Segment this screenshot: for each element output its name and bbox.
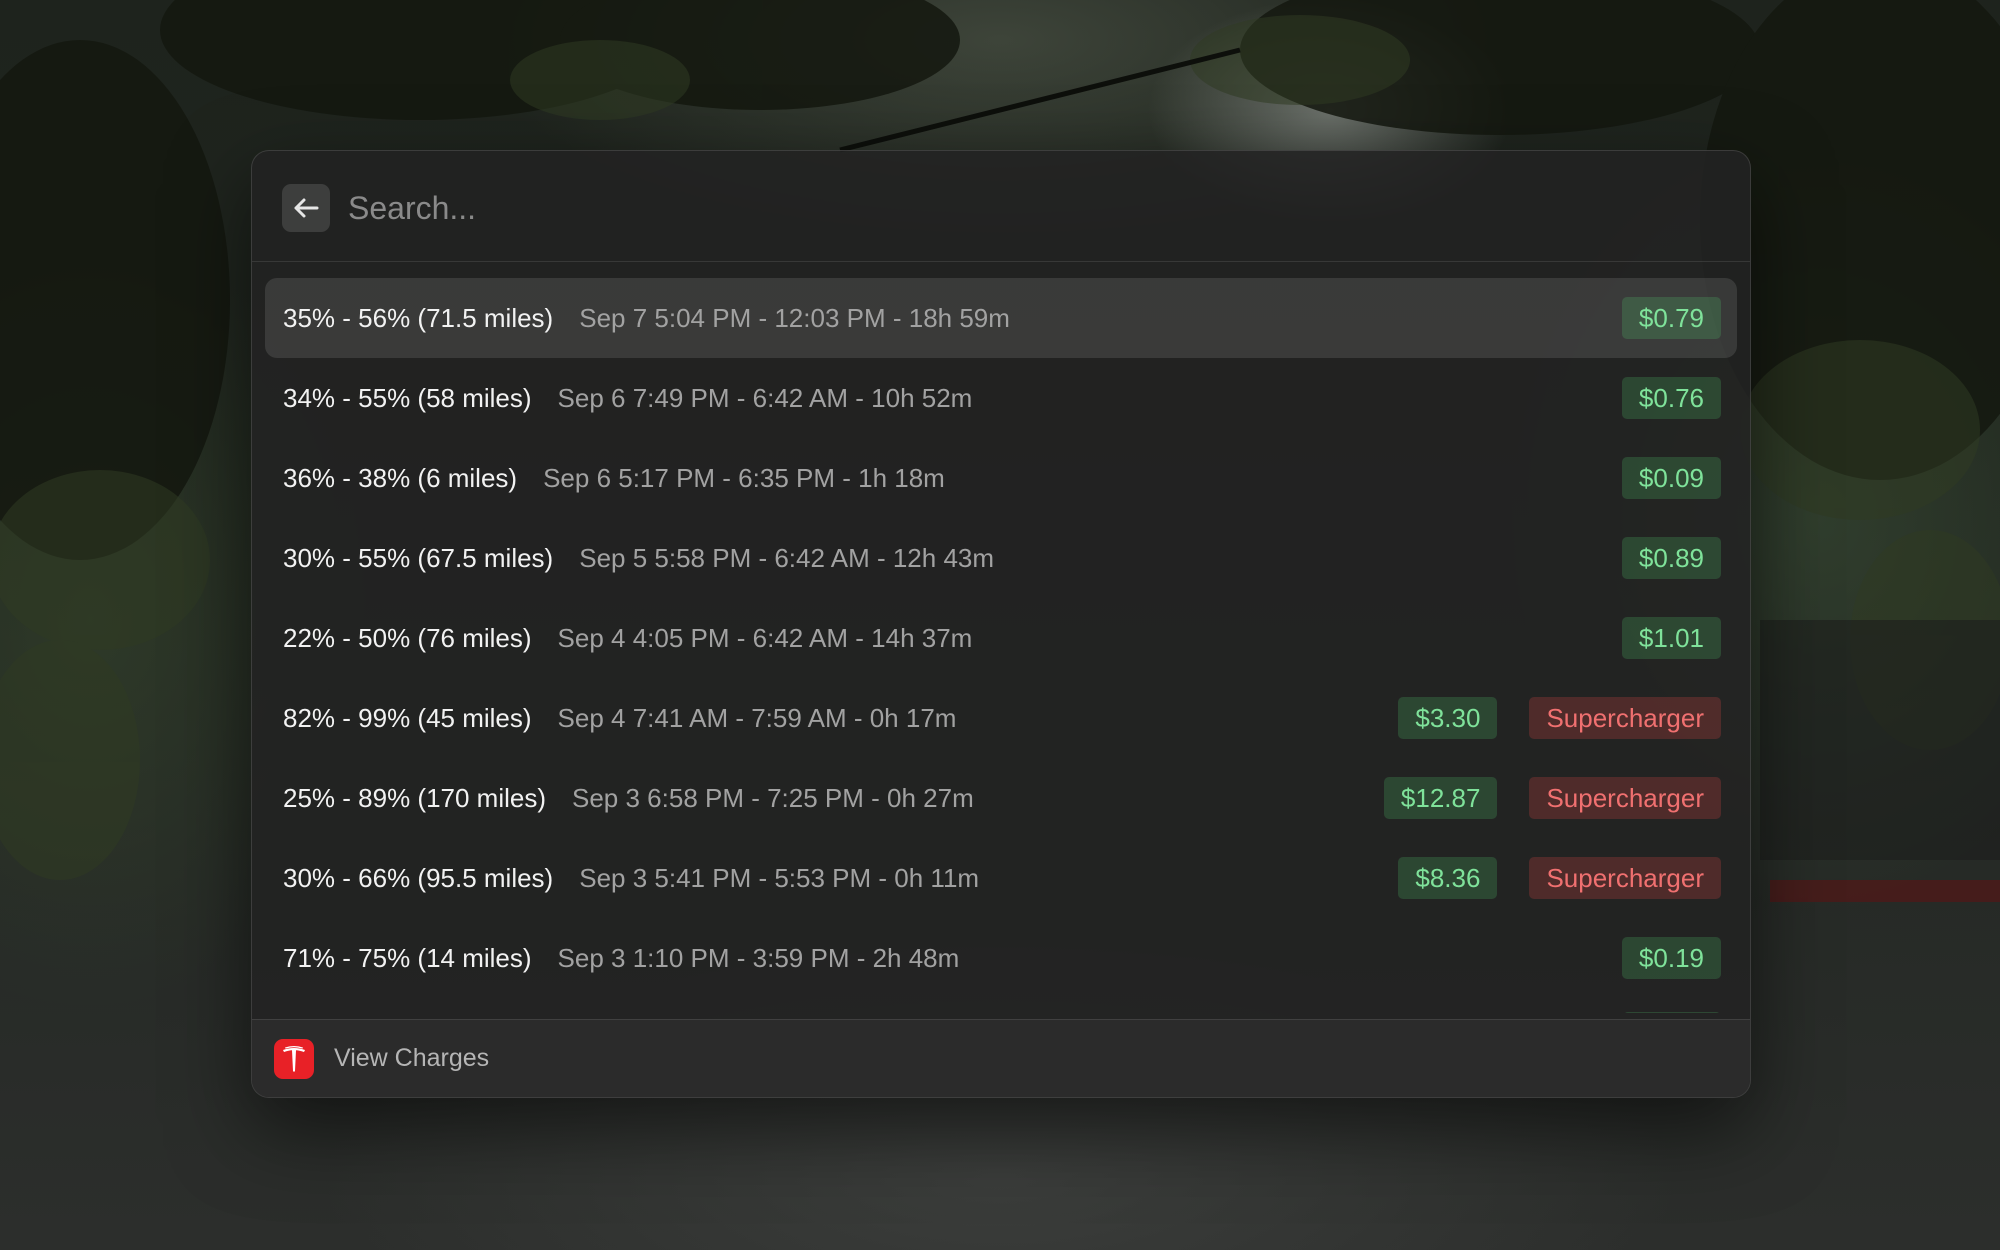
charge-time-range: Sep 6 5:17 PM - 6:35 PM - 1h 18m (543, 462, 945, 493)
charge-time-range: Sep 3 5:41 PM - 5:53 PM - 0h 11m (579, 862, 980, 893)
charge-title: 36% - 38% (6 miles) (283, 462, 518, 493)
charge-cost-tag: $8.36 (1398, 857, 1498, 899)
action-bar: View Charges (252, 1019, 1750, 1097)
charge-accessories: $0.89 (1621, 537, 1721, 579)
charge-accessories: $0.19 (1621, 937, 1721, 979)
charge-title: 35% - 56% (71.5 miles) (283, 302, 554, 333)
search-input[interactable] (346, 179, 1710, 237)
charge-row[interactable]: 35% - 56% (71.5 miles) Sep 7 5:04 PM - 12… (265, 278, 1737, 358)
charge-row[interactable]: 71% - 75% (14 miles) Sep 3 1:10 PM - 3:59… (265, 918, 1737, 998)
charge-row[interactable]: 30% - 66% (95.5 miles) Sep 3 5:41 PM - 5:… (265, 838, 1737, 918)
charge-accessories: $0.79 (1621, 297, 1721, 339)
charge-row[interactable]: 34% - 55% (58 miles) Sep 6 7:49 PM - 6:42… (265, 358, 1737, 438)
charge-title: 22% - 50% (76 miles) (283, 622, 532, 653)
search-bar (252, 151, 1750, 262)
charge-accessories: $3.30 Supercharger (1398, 697, 1721, 739)
supercharger-tag: Supercharger (1529, 697, 1721, 739)
charge-row[interactable]: 82% - 99% (45 miles) Sep 4 7:41 AM - 7:59… (265, 678, 1737, 758)
charge-cost-tag: $0.09 (1621, 457, 1721, 499)
charge-cost-tag (1623, 1012, 1721, 1013)
charge-accessories: $12.87 Supercharger (1383, 777, 1721, 819)
charge-time-range: Sep 6 7:49 PM - 6:42 AM - 10h 52m (557, 382, 973, 413)
charge-title: 34% - 55% (58 miles) (283, 382, 532, 413)
arrow-left-icon (294, 198, 319, 218)
supercharger-tag: Supercharger (1529, 857, 1721, 899)
charge-row[interactable]: 30% - 55% (67.5 miles) Sep 5 5:58 PM - 6:… (265, 518, 1737, 598)
charge-cost-tag: $0.19 (1621, 937, 1721, 979)
charge-cost-tag: $12.87 (1383, 777, 1498, 819)
charge-title: 82% - 99% (45 miles) (283, 702, 532, 733)
charge-time-range: Sep 5 5:58 PM - 6:42 AM - 12h 43m (579, 542, 995, 573)
charge-cost-tag: $0.76 (1621, 377, 1721, 419)
charge-row-partial (265, 998, 1737, 1013)
charge-accessories: $8.36 Supercharger (1398, 857, 1721, 899)
footer-title[interactable]: View Charges (334, 1044, 489, 1073)
charge-accessories: $0.09 (1621, 457, 1721, 499)
charge-time-range: Sep 3 6:58 PM - 7:25 PM - 0h 27m (572, 782, 974, 813)
charge-cost-tag: $0.79 (1621, 297, 1721, 339)
desktop-background: 35% - 56% (71.5 miles) Sep 7 5:04 PM - 12… (0, 0, 2000, 1250)
charge-cost-tag: $0.89 (1621, 537, 1721, 579)
charge-accessories (1623, 1012, 1721, 1013)
charge-row[interactable]: 25% - 89% (170 miles) Sep 3 6:58 PM - 7:2… (265, 758, 1737, 838)
charge-cost-tag: $1.01 (1621, 617, 1721, 659)
tesla-logo-icon (274, 1039, 314, 1079)
charge-time-range: Sep 3 1:10 PM - 3:59 PM - 2h 48m (557, 942, 960, 973)
charge-title: 71% - 75% (14 miles) (283, 942, 532, 973)
charges-list: 35% - 56% (71.5 miles) Sep 7 5:04 PM - 12… (265, 278, 1737, 1013)
charge-time-range: Sep 4 4:05 PM - 6:42 AM - 14h 37m (557, 622, 973, 653)
charge-cost-tag: $3.30 (1398, 697, 1498, 739)
back-button[interactable] (282, 184, 330, 232)
charge-accessories: $0.76 (1621, 377, 1721, 419)
launcher-window: 35% - 56% (71.5 miles) Sep 7 5:04 PM - 12… (251, 150, 1751, 1098)
charge-time-range: Sep 4 7:41 AM - 7:59 AM - 0h 17m (557, 702, 957, 733)
charge-title: 30% - 55% (67.5 miles) (283, 542, 554, 573)
charge-accessories: $1.01 (1621, 617, 1721, 659)
supercharger-tag: Supercharger (1529, 777, 1721, 819)
charge-row[interactable]: 22% - 50% (76 miles) Sep 4 4:05 PM - 6:42… (265, 598, 1737, 678)
charge-title: 25% - 89% (170 miles) (283, 782, 546, 813)
charge-row[interactable]: 36% - 38% (6 miles) Sep 6 5:17 PM - 6:35 … (265, 438, 1737, 518)
charge-title: 30% - 66% (95.5 miles) (283, 862, 554, 893)
charge-time-range: Sep 7 5:04 PM - 12:03 PM - 18h 59m (579, 302, 1010, 333)
